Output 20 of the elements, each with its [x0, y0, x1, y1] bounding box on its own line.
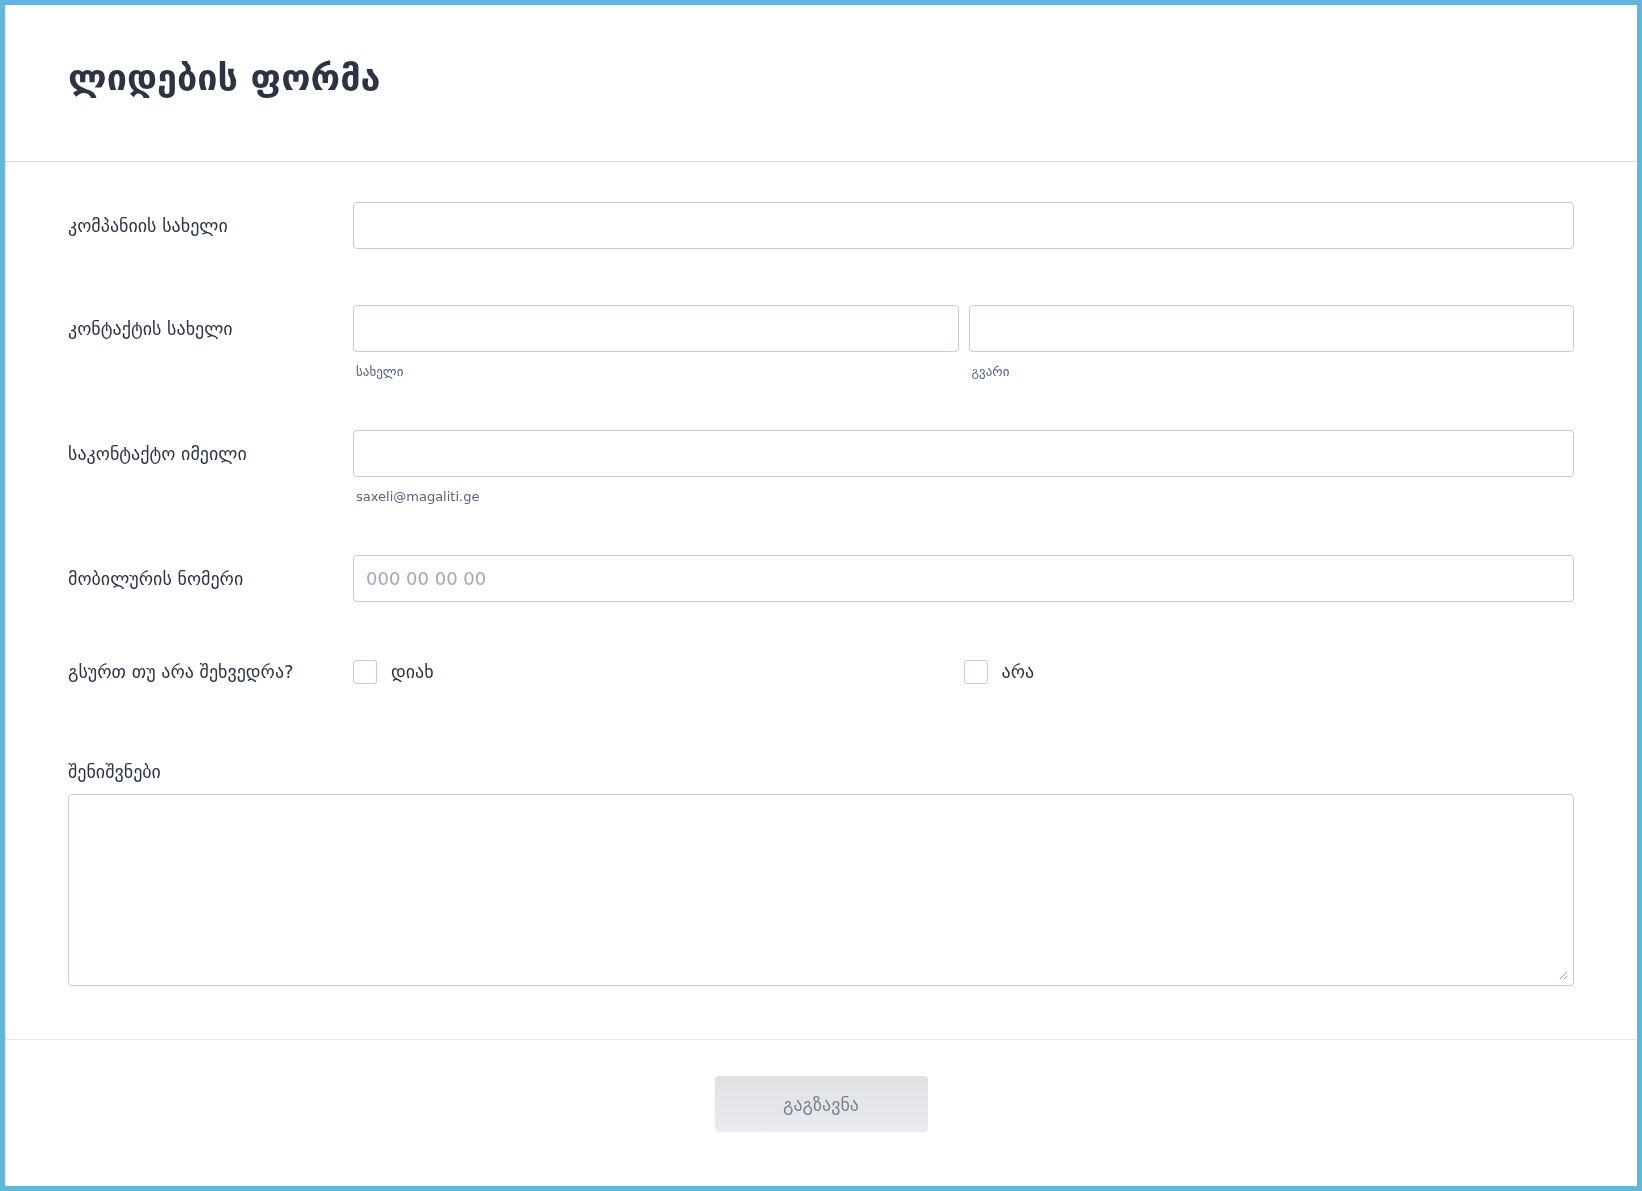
field-sublabel: სახელი — [356, 364, 404, 379]
form-title: ლიდების ფორმა — [68, 57, 382, 98]
input-field[interactable] — [353, 305, 959, 352]
field-label: კონტაქტის სახელი — [68, 317, 234, 341]
field-sublabel: გვარი — [971, 364, 1010, 379]
field-label: გსურთ თუ არა შეხვედრა? — [68, 660, 295, 684]
resize-handle-icon[interactable] — [1559, 971, 1568, 980]
field-label: საკონტაქტო იმეილი — [68, 442, 248, 466]
field-sublabel: saxeli@magaliti.ge — [356, 489, 480, 504]
checkbox[interactable] — [963, 659, 988, 684]
checkbox-label: დიახ — [391, 661, 434, 682]
input-field[interactable]: 000 00 00 00 — [353, 555, 1574, 602]
field-label: შენიშვნები — [68, 761, 162, 782]
field-label: კომპანიის სახელი — [68, 214, 229, 238]
input-field[interactable] — [353, 430, 1574, 477]
input-field[interactable] — [353, 202, 1574, 249]
checkbox-label: არა — [1001, 661, 1035, 682]
field-label: მობილურის ნომერი — [68, 567, 245, 591]
input-field[interactable] — [968, 305, 1574, 352]
checkbox[interactable] — [353, 659, 377, 684]
